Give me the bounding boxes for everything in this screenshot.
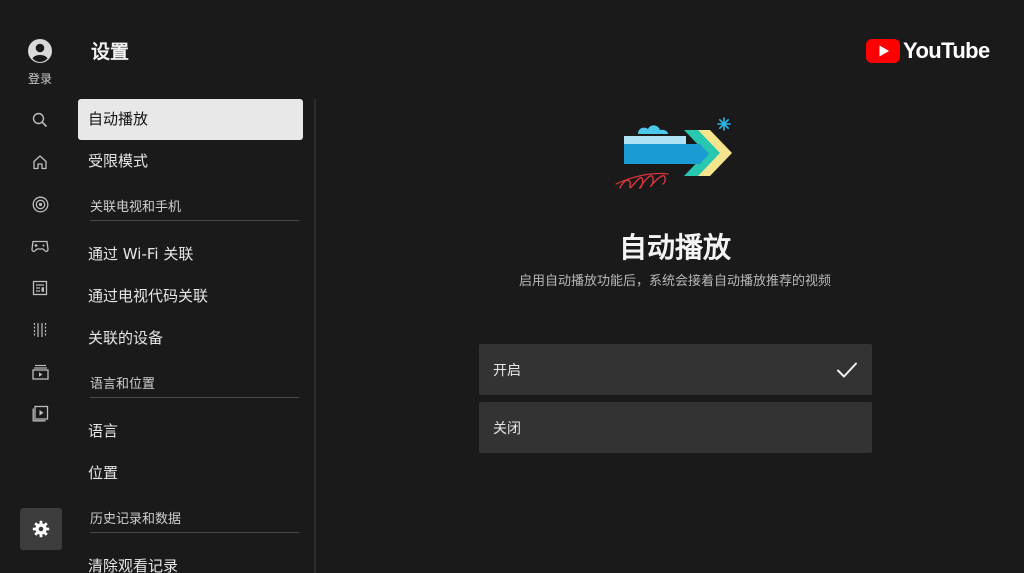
autoplay-off-option[interactable]: 关闭 [479, 402, 872, 453]
page-title: 设置 [91, 41, 130, 63]
sign-in-button[interactable]: 登录 [20, 38, 60, 87]
menu-item-language[interactable]: 语言 [78, 411, 303, 452]
sign-in-label: 登录 [27, 72, 52, 86]
youtube-wordmark: YouTube [903, 38, 990, 63]
menu-item-link-tv-code[interactable]: 通过电视代码关联 [78, 276, 303, 317]
account-icon [28, 39, 52, 63]
settings-button[interactable] [20, 508, 62, 550]
left-rail: 登录 [0, 0, 80, 573]
channels-icon[interactable] [30, 362, 50, 382]
section-header-language: 语言和位置 [90, 373, 299, 398]
autoplay-title: 自动播放 [618, 231, 731, 264]
home-icon[interactable] [30, 152, 50, 172]
menu-item-location[interactable]: 位置 [78, 453, 303, 494]
section-header-history: 历史记录和数据 [90, 508, 299, 533]
autoplay-illustration-icon [615, 117, 732, 189]
menu-item-link-wifi[interactable]: 通过 Wi-Fi 关联 [78, 234, 303, 275]
menu-item-linked-devices[interactable]: 关联的设备 [78, 318, 303, 359]
section-header-link-tv: 关联电视和手机 [90, 196, 299, 221]
youtube-tv-settings: 登录 设置 自动播放 受限模式 关联电视和手机 通过 Wi-Fi 关联 通过电视… [0, 0, 1024, 573]
news-icon[interactable] [30, 278, 50, 298]
gaming-icon[interactable] [30, 236, 50, 256]
menu-item-clear-watch-history[interactable]: 清除观看记录 [78, 546, 303, 573]
gear-icon [32, 520, 50, 538]
subscriptions-icon[interactable] [30, 194, 50, 214]
youtube-play-icon [866, 39, 900, 63]
menu-item-autoplay[interactable]: 自动播放 [78, 99, 303, 140]
library-icon[interactable] [30, 403, 50, 423]
movies-icon[interactable] [30, 320, 50, 340]
checkmark-icon [837, 362, 857, 377]
menu-item-restricted-mode[interactable]: 受限模式 [78, 141, 303, 182]
youtube-logo: YouTube [866, 38, 990, 64]
autoplay-on-option[interactable]: 开启 [479, 344, 872, 395]
menu-divider [314, 99, 316, 573]
autoplay-description: 启用自动播放功能后，系统会接着自动播放推荐的视频 [518, 274, 831, 289]
option-label: 开启 [493, 362, 521, 379]
option-label: 关闭 [493, 420, 521, 437]
search-icon[interactable] [30, 110, 50, 130]
